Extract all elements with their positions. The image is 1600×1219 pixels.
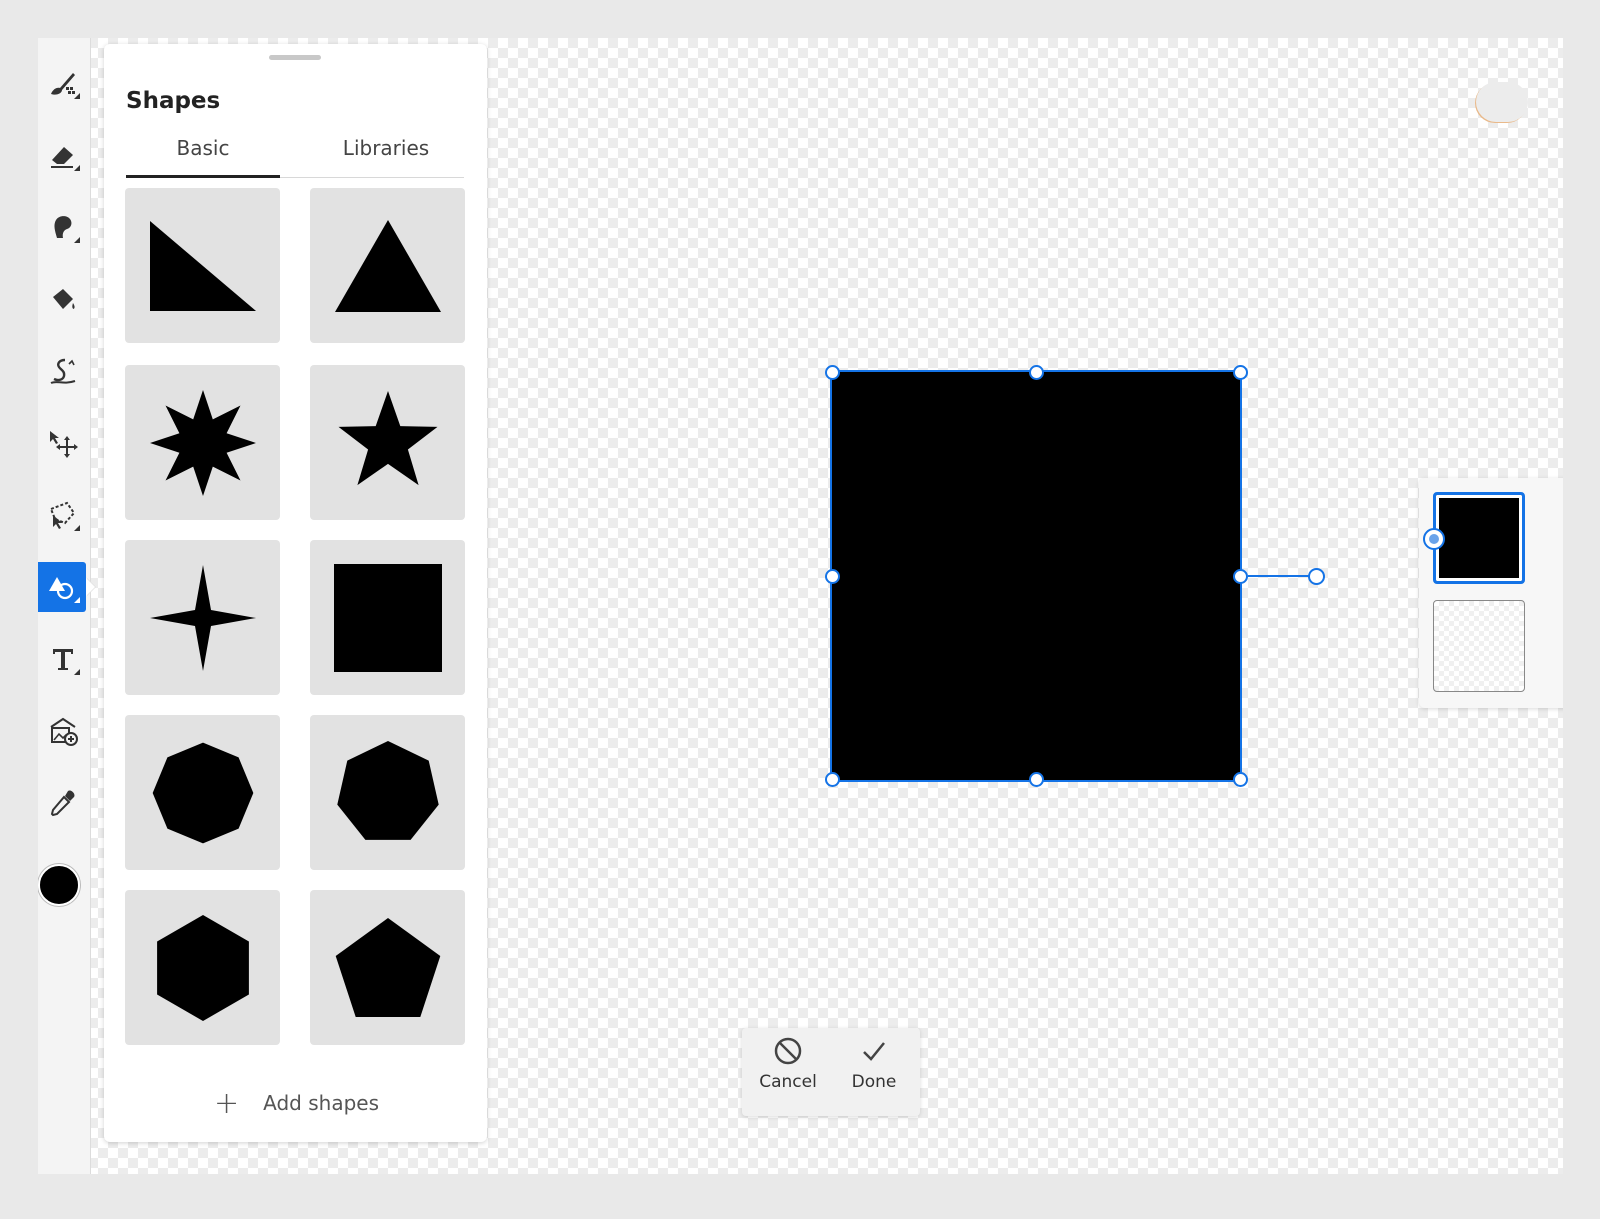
rotate-handle[interactable] xyxy=(1308,568,1325,585)
add-image-icon xyxy=(50,717,78,746)
tools-toolbar xyxy=(38,38,90,1174)
shape-tile-right-triangle[interactable] xyxy=(125,188,280,343)
shape-tile-pentagon[interactable] xyxy=(310,890,465,1045)
cancel-button[interactable]: Cancel xyxy=(748,1034,828,1110)
tool-add-image[interactable] xyxy=(40,706,86,756)
triangle-icon xyxy=(334,219,441,312)
layers-panel xyxy=(1419,478,1563,708)
shape-tile-starburst[interactable] xyxy=(125,365,280,520)
tool-smudge[interactable] xyxy=(40,202,86,252)
done-label: Done xyxy=(851,1072,897,1092)
resize-handle-left[interactable] xyxy=(825,569,840,584)
resize-handle-top-right[interactable] xyxy=(1233,365,1248,380)
transform-move-icon xyxy=(50,431,78,458)
action-bar: Cancel Done xyxy=(742,1028,920,1116)
add-shapes-button[interactable]: + Add shapes xyxy=(214,1085,379,1121)
right-triangle-icon xyxy=(149,220,256,311)
shape-tile-octagon[interactable] xyxy=(125,715,280,870)
panel-drag-handle[interactable] xyxy=(269,55,321,60)
four-point-star-icon xyxy=(149,564,256,671)
tool-text[interactable] xyxy=(40,634,86,684)
star-icon xyxy=(338,390,437,485)
shape-tile-square[interactable] xyxy=(310,540,465,695)
resize-handle-top-left[interactable] xyxy=(825,365,840,380)
fill-bucket-icon xyxy=(53,289,75,309)
layer-thumbnail-shape[interactable] xyxy=(1433,492,1525,584)
resize-handle-right[interactable] xyxy=(1233,569,1248,584)
hexagon-icon xyxy=(156,914,249,1021)
rotate-handle-line xyxy=(1248,575,1314,577)
octagon-icon xyxy=(152,742,253,843)
tool-eyedropper[interactable] xyxy=(40,778,86,828)
layer-opacity-knob[interactable] xyxy=(1423,528,1445,550)
resize-handle-top[interactable] xyxy=(1029,365,1044,380)
shape-tile-five-point-star[interactable] xyxy=(310,365,465,520)
add-shapes-label: Add shapes xyxy=(263,1091,379,1115)
square-icon xyxy=(333,563,442,672)
resize-handle-bottom-left[interactable] xyxy=(825,772,840,787)
resize-handle-bottom[interactable] xyxy=(1029,772,1044,787)
eyedropper-icon xyxy=(50,790,75,817)
avatar[interactable] xyxy=(1476,82,1528,122)
shape-tile-heptagon[interactable] xyxy=(310,715,465,870)
tool-pixel-brush[interactable] xyxy=(40,58,86,108)
resize-handle-bottom-right[interactable] xyxy=(1233,772,1248,787)
canvas-selected-square[interactable] xyxy=(830,370,1242,782)
tab-libraries[interactable]: Libraries xyxy=(304,136,468,176)
active-tab-indicator xyxy=(126,175,280,178)
eight-point-star-icon xyxy=(149,389,256,496)
tool-transform[interactable] xyxy=(40,418,86,468)
plus-icon: + xyxy=(214,1085,240,1121)
tool-eraser[interactable] xyxy=(40,130,86,180)
tool-lasso-selection[interactable] xyxy=(40,490,86,540)
shapes-panel: Shapes Basic Libraries + Add shapes xyxy=(104,44,487,1142)
panel-title: Shapes xyxy=(126,88,221,114)
liquify-icon xyxy=(50,358,76,384)
tab-basic[interactable]: Basic xyxy=(126,136,280,176)
done-button[interactable]: Done xyxy=(834,1034,914,1110)
cancel-icon xyxy=(774,1037,802,1065)
tool-fill-bucket[interactable] xyxy=(40,274,86,324)
checkmark-icon xyxy=(863,1042,885,1061)
shape-tile-hexagon[interactable] xyxy=(125,890,280,1045)
cancel-label: Cancel xyxy=(759,1072,817,1092)
pentagon-icon xyxy=(335,917,440,1017)
layer-thumbnail-empty[interactable] xyxy=(1433,600,1525,692)
tool-shapes[interactable] xyxy=(38,562,86,612)
tool-liquify[interactable] xyxy=(40,346,86,396)
shape-tile-triangle[interactable] xyxy=(310,188,465,343)
heptagon-icon xyxy=(336,740,439,840)
color-swatch[interactable] xyxy=(38,864,80,906)
shape-tile-four-point-star[interactable] xyxy=(125,540,280,695)
app-window: Cancel Done Shapes Basic Libraries + Add… xyxy=(38,38,1563,1174)
